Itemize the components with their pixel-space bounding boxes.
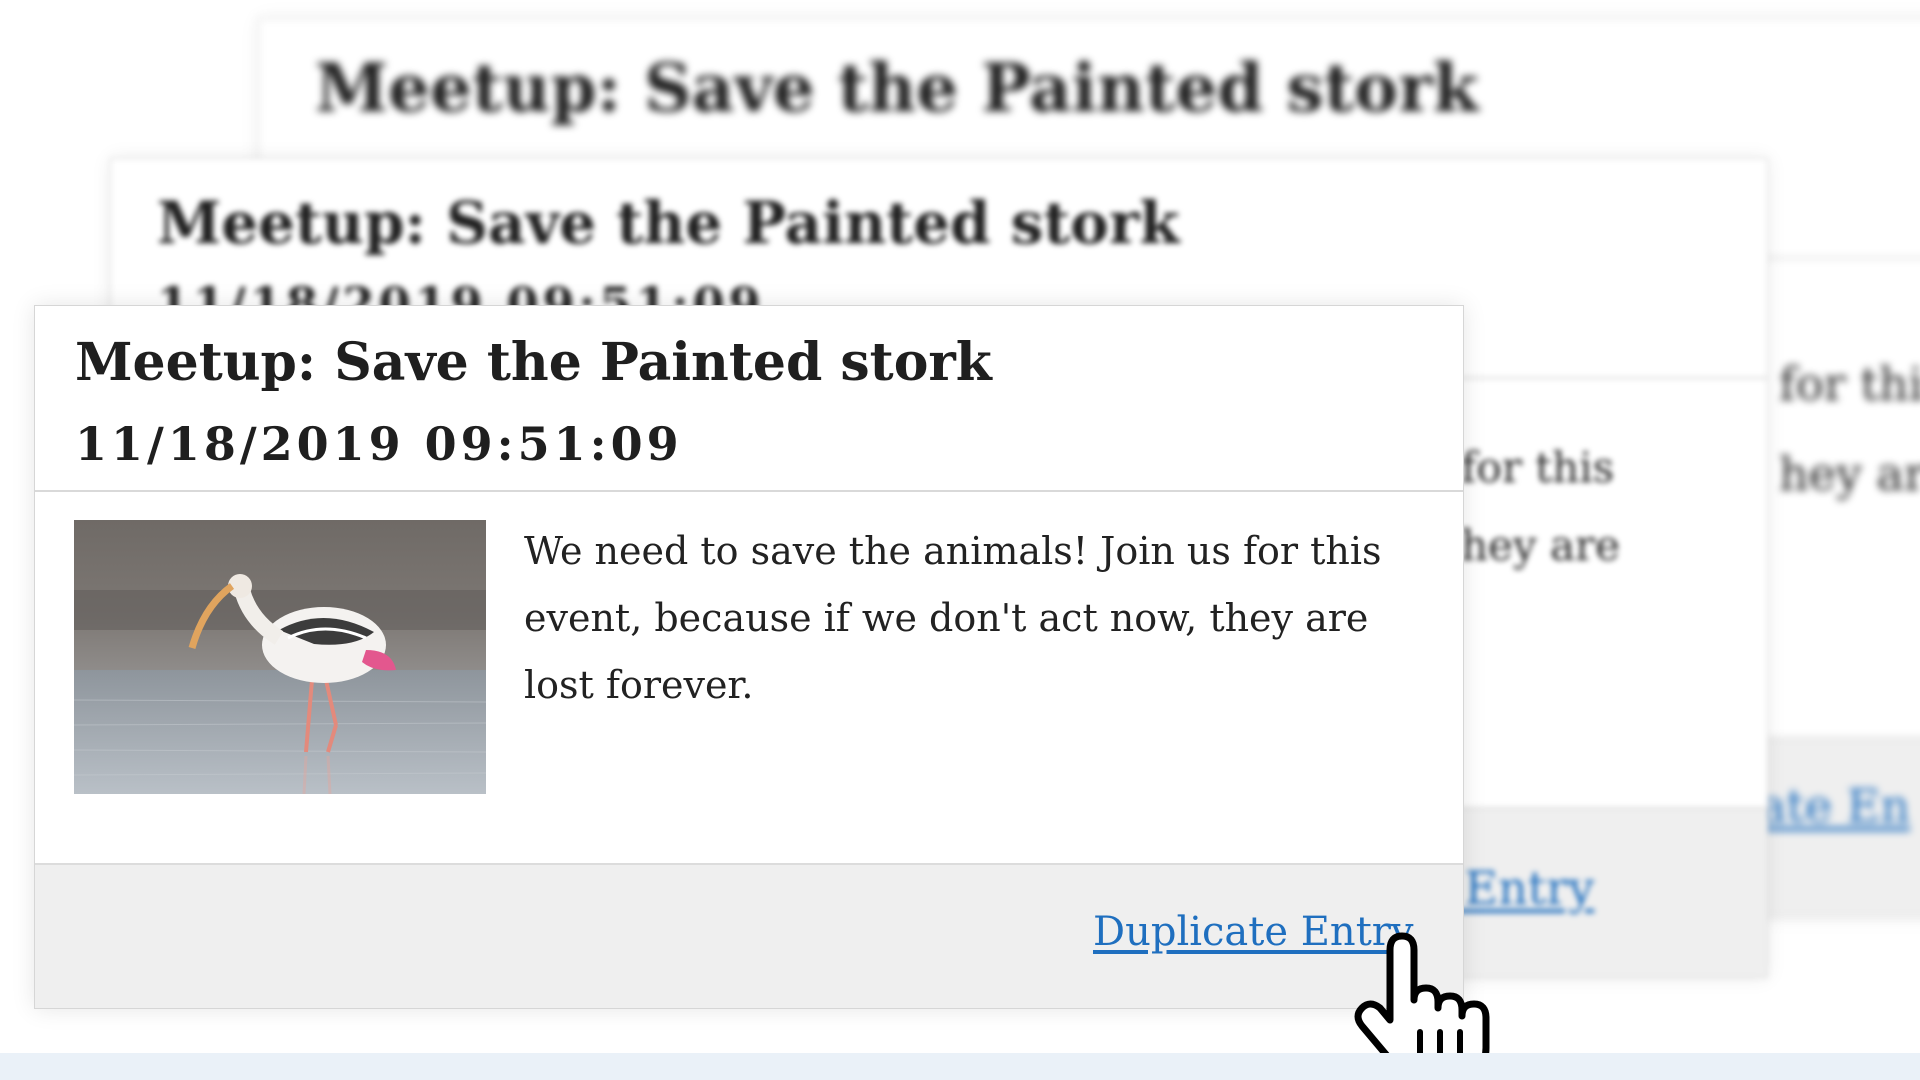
card-body: We need to save the animals! Join us for…	[35, 492, 1463, 868]
card-title: Meetup: Save the Painted stork	[75, 332, 992, 393]
card-description: We need to save the animals! Join us for…	[524, 529, 1382, 707]
card-title: Meetup: Save the Painted stork	[315, 49, 1479, 127]
card-description: for this hey are	[1461, 443, 1620, 570]
stage: Meetup: Save the Painted stork for this …	[0, 0, 1920, 1080]
card-title: Meetup: Save the Painted stork	[157, 189, 1180, 257]
page-bottom-strip	[0, 1053, 1920, 1080]
card-footer: Duplicate Entry	[35, 863, 1463, 1008]
duplicate-entry-link[interactable]: ate En	[1759, 779, 1910, 833]
card-description: for this hey are	[1779, 357, 1920, 501]
painted-stork-image	[74, 520, 486, 794]
card-date: 11/18/2019 09:51:09	[75, 417, 683, 471]
entry-card-front: Meetup: Save the Painted stork 11/18/201…	[34, 305, 1464, 1009]
duplicate-entry-link[interactable]: Duplicate Entry	[1093, 909, 1414, 955]
card-header: Meetup: Save the Painted stork 11/18/201…	[35, 306, 1463, 492]
